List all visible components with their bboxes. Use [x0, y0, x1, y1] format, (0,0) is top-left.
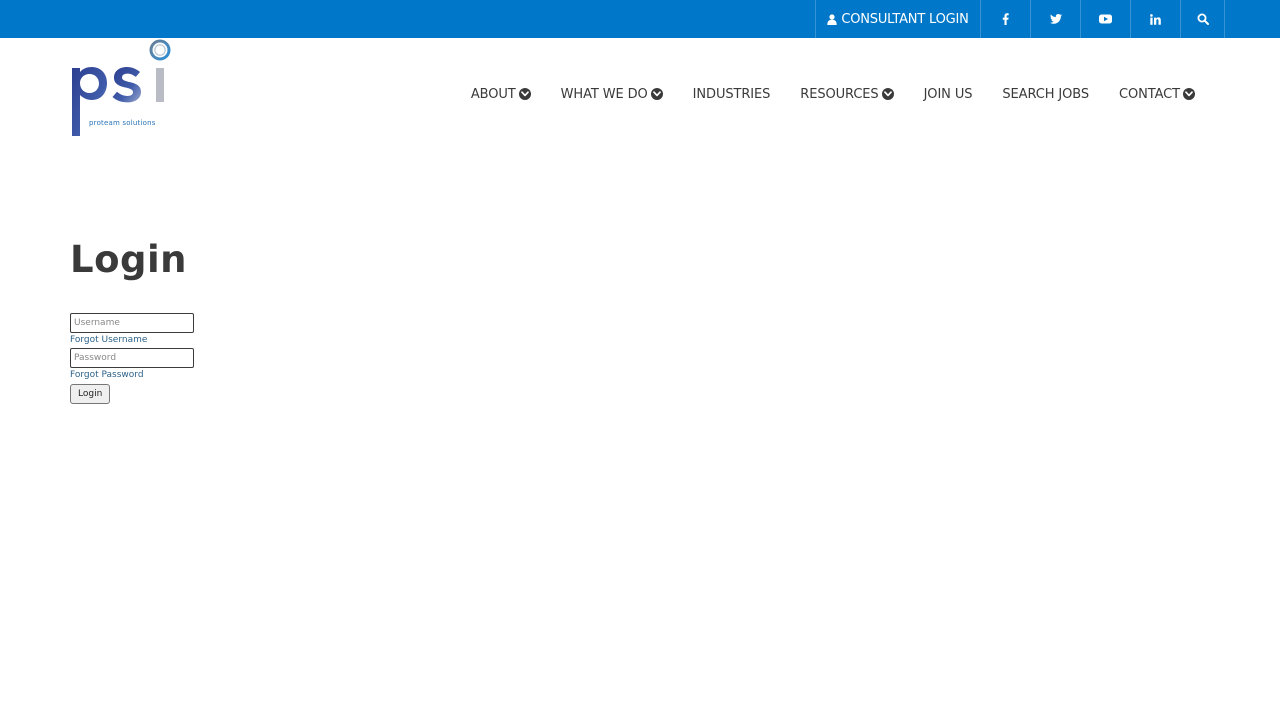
chevron-down-icon: [650, 88, 663, 100]
password-input[interactable]: [70, 348, 194, 368]
nav-item-what-we-do[interactable]: WHAT WE DO: [561, 87, 663, 102]
linkedin-icon: [1150, 13, 1161, 25]
facebook-link[interactable]: [981, 0, 1031, 38]
nav-item-industries[interactable]: INDUSTRIES: [693, 87, 771, 102]
chevron-down-icon: [1183, 88, 1195, 100]
youtube-icon: [1099, 14, 1112, 24]
chevron-down-icon: [881, 88, 894, 100]
user-icon: [827, 13, 838, 25]
login-form: Forgot Username Forgot Password Login: [70, 313, 270, 404]
twitter-link[interactable]: [1031, 0, 1081, 38]
nav-item-label: JOIN US: [923, 86, 973, 102]
nav-item-label: RESOURCES: [800, 86, 879, 102]
forgot-username-link[interactable]: Forgot Username: [70, 335, 270, 346]
nav-item-label: WHAT WE DO: [560, 86, 648, 102]
nav-item-contact[interactable]: CONTACT: [1119, 87, 1195, 102]
nav-item-label: CONTACT: [1119, 86, 1180, 102]
nav-item-about[interactable]: ABOUT: [471, 87, 531, 102]
main-nav: ABOUT WHAT WE DO INDUSTRIES RESOURCES JOIN U…: [471, 84, 1195, 104]
psi-logo[interactable]: proteam solutions: [70, 38, 174, 138]
nav-item-label: SEARCH JOBS: [1002, 86, 1090, 102]
consultant-login-label: CONSULTANT LOGIN: [841, 11, 969, 27]
consultant-login-link[interactable]: CONSULTANT LOGIN: [816, 0, 981, 38]
username-input[interactable]: [70, 313, 194, 333]
linkedin-link[interactable]: [1131, 0, 1181, 38]
top-bar: CONSULTANT LOGIN: [0, 0, 1280, 38]
nav-item-label: ABOUT: [470, 86, 516, 102]
page-title: Login: [70, 238, 188, 281]
top-bar-links: CONSULTANT LOGIN: [815, 0, 1225, 38]
nav-item-label: INDUSTRIES: [692, 86, 771, 102]
youtube-link[interactable]: [1081, 0, 1131, 38]
forgot-password-link[interactable]: Forgot Password: [70, 370, 270, 381]
nav-item-join-us[interactable]: JOIN US: [924, 87, 973, 102]
facebook-icon: [1002, 13, 1009, 25]
twitter-icon: [1049, 14, 1062, 24]
nav-item-resources[interactable]: RESOURCES: [800, 86, 894, 102]
chevron-down-icon: [518, 88, 531, 100]
search-icon: [1197, 13, 1209, 25]
nav-item-search-jobs[interactable]: SEARCH JOBS: [1002, 87, 1089, 102]
login-button[interactable]: Login: [70, 384, 111, 404]
logo-tagline: proteam solutions: [89, 119, 156, 127]
search-button[interactable]: [1181, 0, 1225, 38]
